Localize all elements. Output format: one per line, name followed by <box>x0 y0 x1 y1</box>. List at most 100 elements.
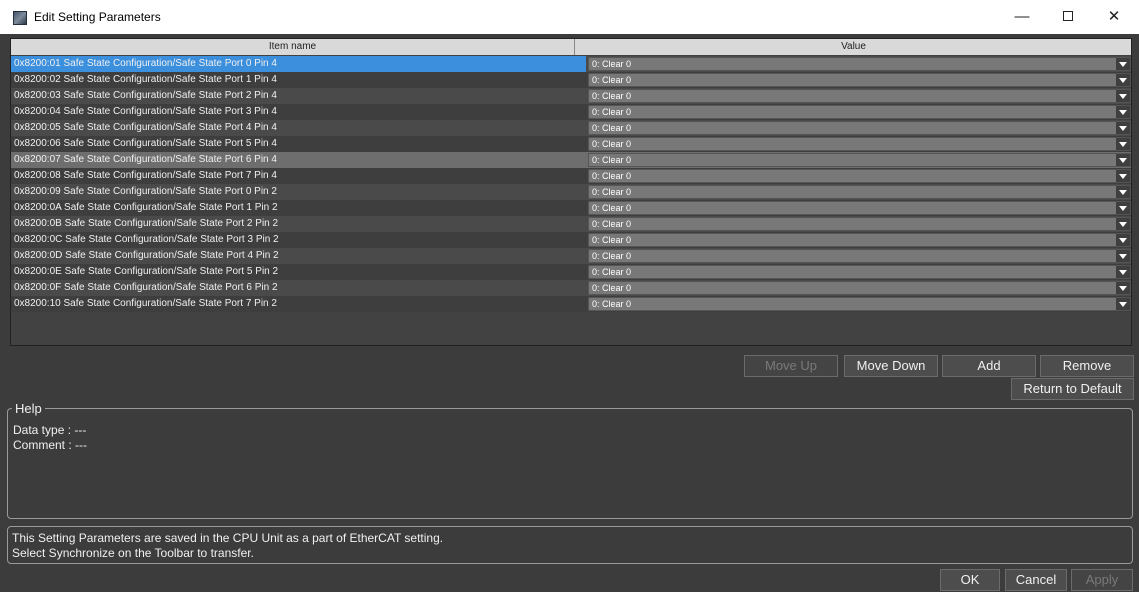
maximize-button[interactable] <box>1045 0 1091 34</box>
dropdown-arrow-icon[interactable] <box>1116 234 1130 246</box>
value-dropdown[interactable]: 0: Clear 0 <box>588 201 1131 215</box>
value-text: 0: Clear 0 <box>592 107 632 117</box>
info-note-line-1: This Setting Parameters are saved in the… <box>12 531 444 545</box>
table-row[interactable]: 0x8200:09 Safe State Configuration/Safe … <box>11 184 1131 200</box>
help-group <box>7 408 1133 519</box>
value-text: 0: Clear 0 <box>592 75 632 85</box>
value-text: 0: Clear 0 <box>592 235 632 245</box>
dropdown-arrow-icon[interactable] <box>1116 90 1130 102</box>
item-name-cell[interactable]: 0x8200:02 Safe State Configuration/Safe … <box>11 72 586 88</box>
info-note-line-2: Select Synchronize on the Toolbar to tra… <box>12 546 254 560</box>
value-dropdown[interactable]: 0: Clear 0 <box>588 89 1131 103</box>
item-name-cell[interactable]: 0x8200:0C Safe State Configuration/Safe … <box>11 232 586 248</box>
move-up-button[interactable]: Move Up <box>744 355 838 377</box>
value-text: 0: Clear 0 <box>592 91 632 101</box>
table-row[interactable]: 0x8200:0B Safe State Configuration/Safe … <box>11 216 1131 232</box>
minimize-button[interactable]: — <box>999 0 1045 34</box>
dropdown-arrow-icon[interactable] <box>1116 154 1130 166</box>
value-text: 0: Clear 0 <box>592 187 632 197</box>
dropdown-arrow-icon[interactable] <box>1116 138 1130 150</box>
value-dropdown[interactable]: 0: Clear 0 <box>588 249 1131 263</box>
dropdown-arrow-icon[interactable] <box>1116 282 1130 294</box>
value-dropdown[interactable]: 0: Clear 0 <box>588 265 1131 279</box>
item-name-cell[interactable]: 0x8200:0A Safe State Configuration/Safe … <box>11 200 586 216</box>
table-row[interactable]: 0x8200:08 Safe State Configuration/Safe … <box>11 168 1131 184</box>
value-text: 0: Clear 0 <box>592 155 632 165</box>
column-header-item-name[interactable]: Item name <box>11 39 575 55</box>
value-dropdown[interactable]: 0: Clear 0 <box>588 137 1131 151</box>
table-row[interactable]: 0x8200:0F Safe State Configuration/Safe … <box>11 280 1131 296</box>
dropdown-arrow-icon[interactable] <box>1116 266 1130 278</box>
dropdown-arrow-icon[interactable] <box>1116 74 1130 86</box>
table-row[interactable]: 0x8200:07 Safe State Configuration/Safe … <box>11 152 1131 168</box>
item-name-cell[interactable]: 0x8200:0F Safe State Configuration/Safe … <box>11 280 586 296</box>
dropdown-arrow-icon[interactable] <box>1116 202 1130 214</box>
value-dropdown[interactable]: 0: Clear 0 <box>588 73 1131 87</box>
item-name-cell[interactable]: 0x8200:06 Safe State Configuration/Safe … <box>11 136 586 152</box>
column-header-value[interactable]: Value <box>576 39 1131 55</box>
grid-header: Item name Value <box>11 39 1131 55</box>
value-dropdown[interactable]: 0: Clear 0 <box>588 169 1131 183</box>
item-name-cell[interactable]: 0x8200:0E Safe State Configuration/Safe … <box>11 264 586 280</box>
help-comment: Comment : --- <box>13 438 88 452</box>
dropdown-arrow-icon[interactable] <box>1116 170 1130 182</box>
window-title: Edit Setting Parameters <box>34 10 161 24</box>
dropdown-arrow-icon[interactable] <box>1116 186 1130 198</box>
value-dropdown[interactable]: 0: Clear 0 <box>588 121 1131 135</box>
item-name-cell[interactable]: 0x8200:0D Safe State Configuration/Safe … <box>11 248 586 264</box>
value-dropdown[interactable]: 0: Clear 0 <box>588 281 1131 295</box>
value-text: 0: Clear 0 <box>592 283 632 293</box>
table-row[interactable]: 0x8200:0C Safe State Configuration/Safe … <box>11 232 1131 248</box>
item-name-cell[interactable]: 0x8200:01 Safe State Configuration/Safe … <box>11 56 586 72</box>
item-name-cell[interactable]: 0x8200:07 Safe State Configuration/Safe … <box>11 152 586 168</box>
dropdown-arrow-icon[interactable] <box>1116 218 1130 230</box>
table-row[interactable]: 0x8200:04 Safe State Configuration/Safe … <box>11 104 1131 120</box>
return-to-default-button[interactable]: Return to Default <box>1011 378 1134 400</box>
maximize-icon <box>1063 10 1073 21</box>
dropdown-arrow-icon[interactable] <box>1116 106 1130 118</box>
dropdown-arrow-icon[interactable] <box>1116 58 1130 70</box>
value-dropdown[interactable]: 0: Clear 0 <box>588 233 1131 247</box>
dropdown-arrow-icon[interactable] <box>1116 250 1130 262</box>
value-dropdown[interactable]: 0: Clear 0 <box>588 185 1131 199</box>
value-text: 0: Clear 0 <box>592 267 632 277</box>
parameter-grid: Item name Value 0x8200:01 Safe State Con… <box>10 38 1132 346</box>
apply-button[interactable]: Apply <box>1071 569 1133 591</box>
table-row[interactable]: 0x8200:02 Safe State Configuration/Safe … <box>11 72 1131 88</box>
move-down-button[interactable]: Move Down <box>844 355 938 377</box>
item-name-cell[interactable]: 0x8200:04 Safe State Configuration/Safe … <box>11 104 586 120</box>
add-button[interactable]: Add <box>942 355 1036 377</box>
table-row[interactable]: 0x8200:0D Safe State Configuration/Safe … <box>11 248 1131 264</box>
close-button[interactable]: ✕ <box>1091 0 1137 34</box>
table-row[interactable]: 0x8200:01 Safe State Configuration/Safe … <box>11 56 1131 72</box>
table-row[interactable]: 0x8200:05 Safe State Configuration/Safe … <box>11 120 1131 136</box>
value-text: 0: Clear 0 <box>592 123 632 133</box>
value-dropdown[interactable]: 0: Clear 0 <box>588 105 1131 119</box>
item-name-cell[interactable]: 0x8200:0B Safe State Configuration/Safe … <box>11 216 586 232</box>
value-dropdown[interactable]: 0: Clear 0 <box>588 217 1131 231</box>
value-text: 0: Clear 0 <box>592 203 632 213</box>
value-text: 0: Clear 0 <box>592 139 632 149</box>
dropdown-arrow-icon[interactable] <box>1116 298 1130 310</box>
table-row[interactable]: 0x8200:0E Safe State Configuration/Safe … <box>11 264 1131 280</box>
item-name-cell[interactable]: 0x8200:08 Safe State Configuration/Safe … <box>11 168 586 184</box>
value-dropdown[interactable]: 0: Clear 0 <box>588 297 1131 311</box>
value-text: 0: Clear 0 <box>592 59 632 69</box>
title-bar: Edit Setting Parameters — ✕ <box>0 0 1139 34</box>
ok-button[interactable]: OK <box>940 569 1000 591</box>
value-text: 0: Clear 0 <box>592 171 632 181</box>
table-row[interactable]: 0x8200:06 Safe State Configuration/Safe … <box>11 136 1131 152</box>
item-name-cell[interactable]: 0x8200:03 Safe State Configuration/Safe … <box>11 88 586 104</box>
value-dropdown[interactable]: 0: Clear 0 <box>588 57 1131 71</box>
item-name-cell[interactable]: 0x8200:10 Safe State Configuration/Safe … <box>11 296 586 312</box>
dropdown-arrow-icon[interactable] <box>1116 122 1130 134</box>
item-name-cell[interactable]: 0x8200:05 Safe State Configuration/Safe … <box>11 120 586 136</box>
value-dropdown[interactable]: 0: Clear 0 <box>588 153 1131 167</box>
table-row[interactable]: 0x8200:10 Safe State Configuration/Safe … <box>11 296 1131 312</box>
table-row[interactable]: 0x8200:03 Safe State Configuration/Safe … <box>11 88 1131 104</box>
value-text: 0: Clear 0 <box>592 299 632 309</box>
cancel-button[interactable]: Cancel <box>1005 569 1067 591</box>
item-name-cell[interactable]: 0x8200:09 Safe State Configuration/Safe … <box>11 184 586 200</box>
remove-button[interactable]: Remove <box>1040 355 1134 377</box>
table-row[interactable]: 0x8200:0A Safe State Configuration/Safe … <box>11 200 1131 216</box>
